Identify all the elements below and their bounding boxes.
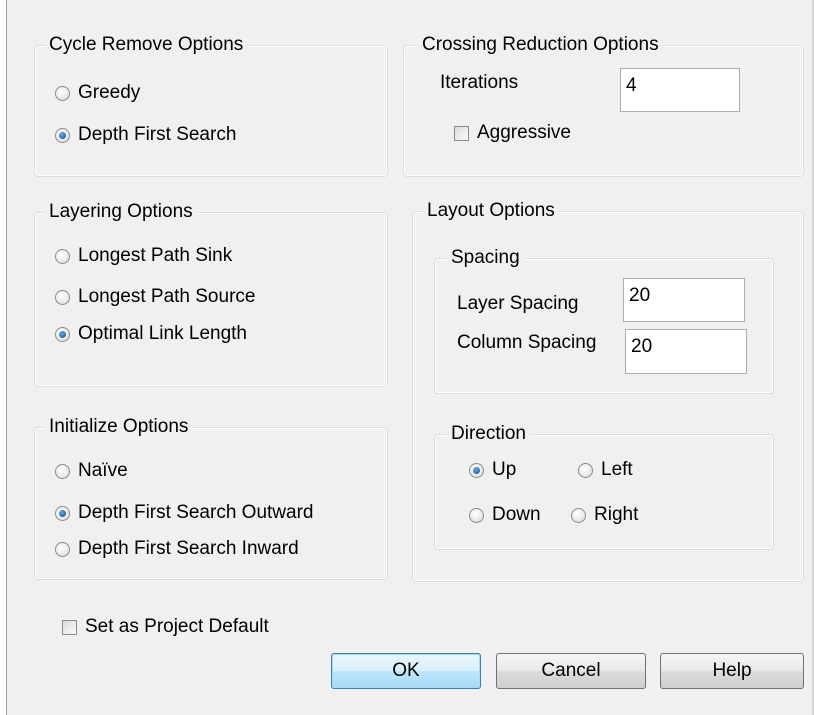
radio-greedy-label: Greedy	[78, 82, 141, 103]
direction-group: Direction Up Left Down Right	[434, 423, 774, 550]
radio-direction-left-label: Left	[601, 459, 633, 480]
layering-title: Layering Options	[45, 201, 197, 223]
radio-direction-up[interactable]: Up	[469, 458, 516, 482]
window-left-border	[0, 0, 7, 715]
radio-longest-path-sink-label: Longest Path Sink	[78, 245, 233, 266]
radio-greedy-circle[interactable]	[55, 85, 70, 101]
iterations-input[interactable]: 4	[620, 68, 740, 112]
radio-depth-first-search-outward[interactable]: Depth First Search Outward	[55, 501, 313, 525]
layout-options-title: Layout Options	[423, 200, 559, 222]
crossing-reduction-group: Crossing Reduction Options Iterations 4 …	[403, 34, 804, 177]
cancel-button[interactable]: Cancel	[496, 653, 646, 689]
radio-longest-path-source-circle[interactable]	[55, 289, 70, 305]
layer-spacing-input[interactable]: 20	[623, 278, 745, 322]
project-default-label: Set as Project Default	[85, 616, 269, 637]
radio-depth-first-search-outward-circle[interactable]	[55, 505, 70, 521]
radio-direction-right-label: Right	[594, 504, 639, 525]
radio-depth-first-search-inward[interactable]: Depth First Search Inward	[55, 537, 299, 561]
initialize-group: Initialize Options Naïve Depth First Sea…	[34, 416, 388, 580]
radio-direction-right-circle[interactable]	[571, 507, 586, 523]
radio-direction-down-circle[interactable]	[469, 507, 484, 523]
radio-depth-first-search-circle[interactable]	[55, 127, 70, 143]
radio-greedy[interactable]: Greedy	[55, 81, 140, 105]
radio-direction-left[interactable]: Left	[578, 458, 633, 482]
radio-direction-left-circle[interactable]	[578, 462, 593, 478]
aggressive-checkbox[interactable]	[454, 125, 469, 141]
radio-longest-path-source-label: Longest Path Source	[78, 286, 256, 307]
radio-optimal-link-length[interactable]: Optimal Link Length	[55, 322, 247, 346]
column-spacing-input[interactable]: 20	[625, 329, 747, 374]
project-default-checkbox-row[interactable]: Set as Project Default	[62, 615, 269, 639]
radio-depth-first-search-label: Depth First Search	[78, 124, 237, 145]
radio-longest-path-sink[interactable]: Longest Path Sink	[55, 244, 232, 268]
crossing-reduction-title: Crossing Reduction Options	[418, 34, 663, 56]
cycle-remove-group: Cycle Remove Options Greedy Depth First …	[34, 34, 388, 177]
radio-depth-first-search-outward-label: Depth First Search Outward	[78, 502, 314, 523]
radio-direction-right[interactable]: Right	[571, 503, 638, 527]
radio-longest-path-sink-circle[interactable]	[55, 248, 70, 264]
radio-direction-down[interactable]: Down	[469, 503, 541, 527]
radio-direction-up-circle[interactable]	[469, 462, 484, 478]
aggressive-label: Aggressive	[477, 122, 571, 143]
project-default-checkbox[interactable]	[62, 619, 77, 635]
radio-longest-path-source[interactable]: Longest Path Source	[55, 285, 255, 309]
direction-title: Direction	[447, 423, 530, 445]
radio-naive[interactable]: Naïve	[55, 459, 128, 483]
ok-button[interactable]: OK	[331, 653, 481, 689]
layering-group: Layering Options Longest Path Sink Longe…	[34, 201, 388, 387]
radio-direction-down-label: Down	[492, 504, 541, 525]
radio-optimal-link-length-circle[interactable]	[55, 326, 70, 342]
help-button[interactable]: Help	[660, 653, 804, 689]
radio-naive-circle[interactable]	[55, 463, 70, 479]
radio-depth-first-search[interactable]: Depth First Search	[55, 123, 236, 147]
spacing-title: Spacing	[447, 247, 524, 269]
radio-depth-first-search-inward-label: Depth First Search Inward	[78, 538, 299, 559]
iterations-label: Iterations	[440, 72, 519, 93]
initialize-title: Initialize Options	[45, 416, 193, 438]
radio-depth-first-search-inward-circle[interactable]	[55, 541, 70, 557]
column-spacing-label: Column Spacing	[457, 332, 597, 353]
layout-options-group: Layout Options Spacing Layer Spacing 20 …	[412, 200, 804, 582]
aggressive-checkbox-row[interactable]: Aggressive	[454, 121, 571, 145]
radio-direction-up-label: Up	[492, 459, 517, 480]
spacing-group: Spacing Layer Spacing 20 Column Spacing …	[434, 247, 774, 394]
layer-spacing-label: Layer Spacing	[457, 293, 579, 314]
cycle-remove-title: Cycle Remove Options	[45, 34, 248, 56]
radio-optimal-link-length-label: Optimal Link Length	[78, 323, 247, 344]
radio-naive-label: Naïve	[78, 460, 128, 481]
